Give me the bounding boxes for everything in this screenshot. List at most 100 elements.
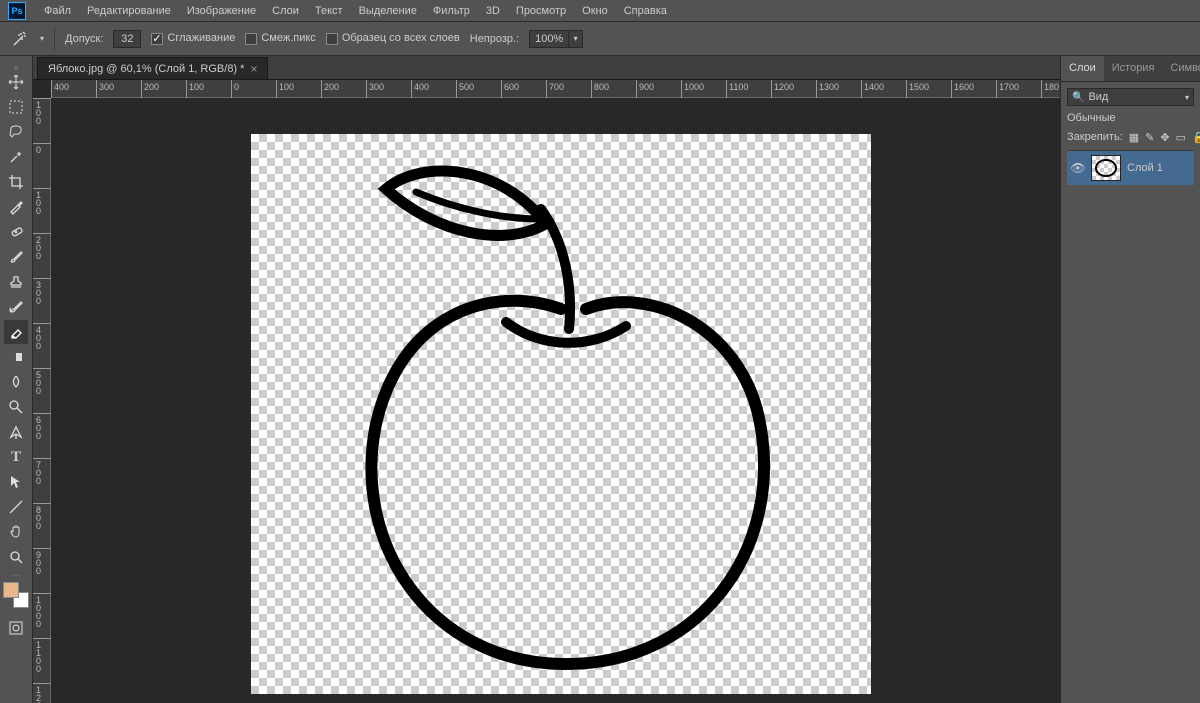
- opacity-dropdown[interactable]: ▾: [569, 30, 583, 48]
- layer-row[interactable]: 👁 Слой 1: [1067, 151, 1194, 185]
- menu-bar: Ps Файл Редактирование Изображение Слои …: [0, 0, 1200, 22]
- ruler-tick: 1600: [951, 80, 976, 98]
- collapse-icon[interactable]: »: [3, 62, 29, 70]
- ruler-tick: 100: [276, 80, 296, 98]
- color-swatches[interactable]: [3, 582, 29, 608]
- separator: ⋯: [6, 570, 26, 576]
- ruler-tick: 700: [33, 458, 51, 485]
- tolerance-input[interactable]: [113, 30, 141, 48]
- path-select-tool[interactable]: [4, 470, 28, 494]
- ruler-tick: 500: [456, 80, 476, 98]
- foreground-color[interactable]: [3, 582, 19, 598]
- chevron-down-icon[interactable]: ▾: [40, 34, 44, 43]
- tab-layers[interactable]: Слои: [1061, 56, 1104, 81]
- menu-filter[interactable]: Фильтр: [425, 2, 478, 20]
- ruler-tick: 1100: [33, 638, 51, 673]
- stamp-tool[interactable]: [4, 270, 28, 294]
- horizontal-ruler[interactable]: 4003002001000100200300400500600700800900…: [51, 80, 1060, 98]
- gradient-tool[interactable]: [4, 345, 28, 369]
- ruler-tick: 1200: [33, 683, 51, 703]
- tab-history[interactable]: История: [1104, 56, 1163, 81]
- ruler-tick: 1000: [681, 80, 706, 98]
- opacity-input[interactable]: [529, 30, 569, 48]
- tab-character[interactable]: Символ: [1162, 56, 1200, 81]
- layer-filter[interactable]: 🔍 Вид ▾: [1067, 88, 1194, 106]
- pen-tool[interactable]: [4, 420, 28, 444]
- app-icon: Ps: [8, 2, 26, 20]
- lock-all-icon[interactable]: 🔒: [1192, 130, 1200, 144]
- tolerance-label: Допуск:: [65, 33, 103, 45]
- line-tool[interactable]: [4, 495, 28, 519]
- menu-view[interactable]: Просмотр: [508, 2, 574, 20]
- lasso-tool[interactable]: [4, 120, 28, 144]
- opacity-label: Непрозр.:: [470, 33, 519, 45]
- ruler-tick: 0: [231, 80, 241, 98]
- lock-row: Закрепить: ▦ ✎ ✥ ▭ 🔒: [1067, 130, 1194, 144]
- main-area: » T ⋯ Яблоко.jpg @ 60,1% (Слой 1, RGB/: [0, 56, 1200, 703]
- contiguous-checkbox[interactable]: Смеж.пикс: [245, 32, 315, 44]
- layer-name[interactable]: Слой 1: [1127, 162, 1163, 174]
- sample-all-layers-checkbox[interactable]: Образец со всех слоев: [326, 32, 460, 44]
- dodge-tool[interactable]: [4, 395, 28, 419]
- menu-edit[interactable]: Редактирование: [79, 2, 179, 20]
- magic-wand-icon[interactable]: [10, 29, 30, 49]
- zoom-tool[interactable]: [4, 545, 28, 569]
- type-tool[interactable]: T: [4, 445, 28, 469]
- menu-layers[interactable]: Слои: [264, 2, 307, 20]
- vertical-ruler[interactable]: 1000100200300400500600700800900100011001…: [33, 98, 51, 703]
- canvas[interactable]: [51, 98, 1060, 703]
- lock-brush-icon[interactable]: ✎: [1145, 130, 1154, 144]
- blur-tool[interactable]: [4, 370, 28, 394]
- visibility-icon[interactable]: 👁: [1071, 161, 1085, 175]
- menu-text[interactable]: Текст: [307, 2, 351, 20]
- menu-help[interactable]: Справка: [616, 2, 675, 20]
- ruler-tick: 1700: [996, 80, 1021, 98]
- menu-select[interactable]: Выделение: [351, 2, 425, 20]
- artboard[interactable]: [251, 134, 871, 694]
- ruler-tick: 1200: [771, 80, 796, 98]
- antialias-checkbox[interactable]: Сглаживание: [151, 32, 235, 44]
- menu-3d[interactable]: 3D: [478, 2, 508, 20]
- layers-panel: 🔍 Вид ▾ Обычные Закрепить: ▦ ✎ ✥ ▭ 🔒 👁 С…: [1061, 82, 1200, 191]
- crop-tool[interactable]: [4, 170, 28, 194]
- ruler-tick: 400: [33, 323, 51, 350]
- menu-file[interactable]: Файл: [36, 2, 79, 20]
- ruler-tick: 1400: [861, 80, 886, 98]
- lock-position-icon[interactable]: ✥: [1160, 130, 1169, 144]
- lock-artboard-icon[interactable]: ▭: [1176, 130, 1186, 144]
- marquee-tool[interactable]: [4, 95, 28, 119]
- quickmask-tool[interactable]: [4, 616, 28, 640]
- layer-thumbnail[interactable]: [1091, 155, 1121, 181]
- ruler-tick: 1300: [816, 80, 841, 98]
- move-tool[interactable]: [4, 70, 28, 94]
- eraser-tool[interactable]: [4, 320, 28, 344]
- document-tab[interactable]: Яблоко.jpg @ 60,1% (Слой 1, RGB/8) * ×: [37, 57, 268, 79]
- quick-select-tool[interactable]: [4, 145, 28, 169]
- panel-tabs: Слои История Символ: [1061, 56, 1200, 82]
- ruler-tick: 100: [33, 98, 51, 125]
- ruler-tick: 200: [321, 80, 341, 98]
- close-icon[interactable]: ×: [250, 62, 257, 76]
- right-panels: Слои История Символ 🔍 Вид ▾ Обычные Закр…: [1060, 56, 1200, 703]
- ruler-tick: 600: [33, 413, 51, 440]
- separator: [54, 28, 55, 50]
- ruler-tick: 200: [33, 233, 51, 260]
- history-brush-tool[interactable]: [4, 295, 28, 319]
- ruler-tick: 1100: [726, 80, 750, 98]
- ruler-tick: 700: [546, 80, 566, 98]
- apple-artwork: [291, 154, 831, 694]
- blend-mode[interactable]: Обычные: [1067, 112, 1194, 124]
- ruler-tick: 800: [33, 503, 51, 530]
- lock-pixels-icon[interactable]: ▦: [1129, 130, 1139, 144]
- options-bar: ▾ Допуск: Сглаживание Смеж.пикс Образец …: [0, 22, 1200, 56]
- canvas-wrap: 1000100200300400500600700800900100011001…: [33, 98, 1060, 703]
- ruler-tick: 800: [591, 80, 611, 98]
- eyedropper-tool[interactable]: [4, 195, 28, 219]
- menu-image[interactable]: Изображение: [179, 2, 264, 20]
- brush-tool[interactable]: [4, 245, 28, 269]
- document-area: Яблоко.jpg @ 60,1% (Слой 1, RGB/8) * × 4…: [33, 56, 1060, 703]
- ruler-tick: 300: [33, 278, 51, 305]
- healing-tool[interactable]: [4, 220, 28, 244]
- hand-tool[interactable]: [4, 520, 28, 544]
- menu-window[interactable]: Окно: [574, 2, 616, 20]
